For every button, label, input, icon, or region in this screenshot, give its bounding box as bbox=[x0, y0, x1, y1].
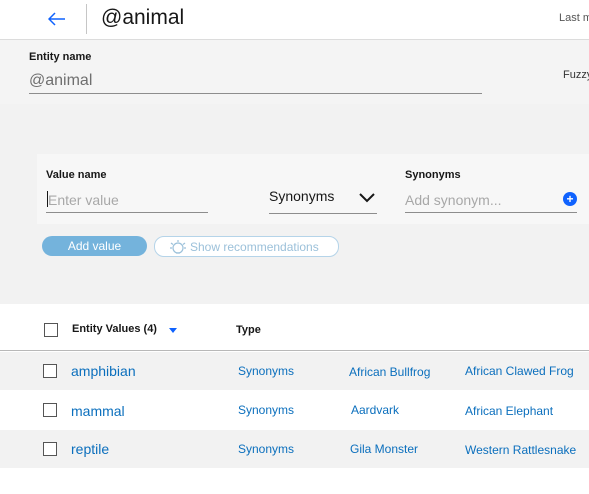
show-recommendations-label: Show recommendations bbox=[190, 240, 319, 254]
text-cursor bbox=[47, 191, 48, 207]
row-checkbox[interactable] bbox=[43, 403, 57, 417]
page-title: @animal bbox=[101, 6, 185, 29]
value-name-input[interactable] bbox=[46, 187, 208, 213]
synonym-link[interactable]: African Elephant bbox=[465, 404, 553, 418]
last-modified-label: Last m bbox=[559, 12, 589, 24]
value-link[interactable]: reptile bbox=[71, 441, 109, 457]
row-checkbox[interactable] bbox=[43, 442, 57, 456]
type-link[interactable]: Synonyms bbox=[238, 442, 294, 456]
entity-name-label: Entity name bbox=[29, 51, 92, 63]
caret-down-icon[interactable] bbox=[169, 328, 177, 333]
table-header: Entity Values (4) Type bbox=[0, 310, 589, 351]
add-value-section: Value name Synonyms Synonyms + Add value… bbox=[0, 104, 589, 304]
chevron-down-icon bbox=[359, 193, 375, 203]
fuzzy-matching-label: Fuzzy bbox=[563, 69, 589, 81]
add-value-form: Value name Synonyms Synonyms + bbox=[37, 154, 589, 224]
synonym-link[interactable]: African Clawed Frog bbox=[465, 364, 574, 378]
table-row: amphibian Synonyms African Bullfrog Afri… bbox=[0, 352, 589, 390]
value-type-select[interactable]: Synonyms bbox=[269, 184, 377, 214]
column-header-type: Type bbox=[236, 324, 261, 336]
select-all-checkbox[interactable] bbox=[44, 323, 58, 337]
lightbulb-icon bbox=[170, 240, 186, 254]
entity-name-input[interactable] bbox=[29, 68, 482, 94]
plus-icon: + bbox=[566, 192, 574, 206]
entity-name-section: Entity name Fuzzy bbox=[0, 40, 589, 104]
add-value-button[interactable]: Add value bbox=[42, 236, 147, 256]
value-link[interactable]: mammal bbox=[71, 403, 125, 419]
add-synonym-button[interactable]: + bbox=[563, 192, 577, 206]
synonym-link[interactable]: Western Rattlesnake bbox=[465, 443, 576, 457]
synonyms-input[interactable] bbox=[405, 187, 577, 213]
header-divider bbox=[86, 4, 87, 34]
page-header: @animal Last m bbox=[0, 0, 589, 40]
type-link[interactable]: Synonyms bbox=[238, 403, 294, 417]
synonym-link[interactable]: Gila Monster bbox=[350, 442, 418, 456]
arrow-left-icon bbox=[48, 12, 65, 26]
value-type-selected: Synonyms bbox=[269, 188, 335, 204]
table-row: mammal Synonyms Aardvark African Elephan… bbox=[0, 391, 589, 429]
back-button[interactable] bbox=[44, 6, 70, 32]
value-name-label: Value name bbox=[46, 169, 107, 181]
row-checkbox[interactable] bbox=[43, 364, 57, 378]
type-link[interactable]: Synonyms bbox=[238, 364, 294, 378]
synonym-link[interactable]: Aardvark bbox=[351, 403, 399, 417]
column-header-values[interactable]: Entity Values (4) bbox=[72, 323, 157, 335]
value-link[interactable]: amphibian bbox=[71, 363, 136, 379]
table-row: reptile Synonyms Gila Monster Western Ra… bbox=[0, 430, 589, 468]
synonyms-label: Synonyms bbox=[405, 169, 461, 181]
synonym-link[interactable]: African Bullfrog bbox=[349, 365, 430, 379]
show-recommendations-button[interactable]: Show recommendations bbox=[154, 236, 339, 257]
